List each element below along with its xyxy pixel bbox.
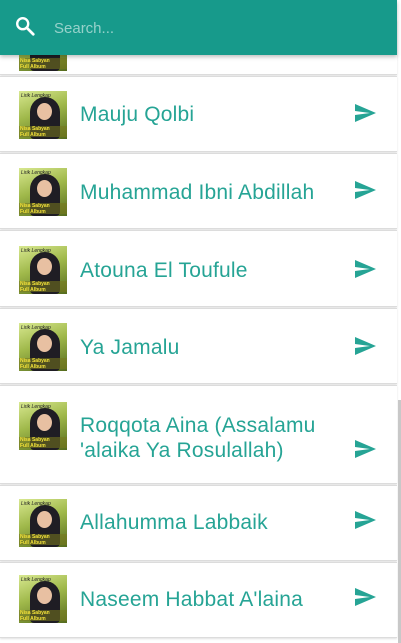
album-thumbnail: Lirik Lengkap Nisa Sabyan Full Album <box>19 323 67 371</box>
list-item[interactable]: Lirik Lengkap Nisa Sabyan Full Album Ato… <box>0 230 397 307</box>
send-icon[interactable] <box>353 437 377 461</box>
list-item[interactable]: Lirik Lengkap Nisa Sabyan Full Album Muh… <box>0 153 397 229</box>
song-title: Allahumma Labbaik <box>80 511 268 534</box>
song-title: Ya Jamalu <box>80 336 180 359</box>
song-title: Muhammad Ibni Abdillah <box>80 181 315 204</box>
search-icon[interactable] <box>14 15 36 37</box>
list-item[interactable]: Lirik Lengkap Nisa Sabyan Full Album Nas… <box>0 562 397 638</box>
send-icon[interactable] <box>353 101 377 125</box>
list-item[interactable]: Lirik Lengkap Nisa Sabyan Full Album All… <box>0 485 397 561</box>
song-title: Mauju Qolbi <box>80 103 195 126</box>
list-item[interactable]: Lirik Lengkap Nisa Sabyan Full Album Roq… <box>0 385 397 484</box>
album-thumbnail: Lirik Lengkap Nisa Sabyan Full Album <box>19 91 67 139</box>
album-thumbnail: Lirik Lengkap Nisa Sabyan Full Album <box>19 168 67 216</box>
song-title: Atouna El Toufule <box>80 259 248 282</box>
list-item[interactable]: Lirik Lengkap Nisa Sabyan Full Album Ya … <box>0 308 397 384</box>
send-icon[interactable] <box>353 334 377 358</box>
send-icon[interactable] <box>353 585 377 609</box>
search-toolbar <box>0 0 397 55</box>
send-icon[interactable] <box>353 178 377 202</box>
send-icon[interactable] <box>353 257 377 281</box>
album-thumbnail: Lirik Lengkap Nisa Sabyan Full Album <box>19 402 67 450</box>
song-title: Naseem Habbat A'laina <box>80 588 304 611</box>
album-thumbnail: Lirik Lengkap Nisa Sabyan Full Album <box>19 499 67 547</box>
album-thumbnail: Lirik Lengkap Nisa Sabyan Full Album <box>19 575 67 623</box>
song-title: Roqqota Aina (Assalamu 'alaika Ya Rosula… <box>80 414 316 462</box>
list-item[interactable]: Lirik Lengkap Nisa Sabyan Full Album Mau… <box>0 76 397 152</box>
send-icon[interactable] <box>353 508 377 532</box>
search-input[interactable] <box>54 14 374 42</box>
album-thumbnail: Lirik Lengkap Nisa Sabyan Full Album <box>19 246 67 294</box>
